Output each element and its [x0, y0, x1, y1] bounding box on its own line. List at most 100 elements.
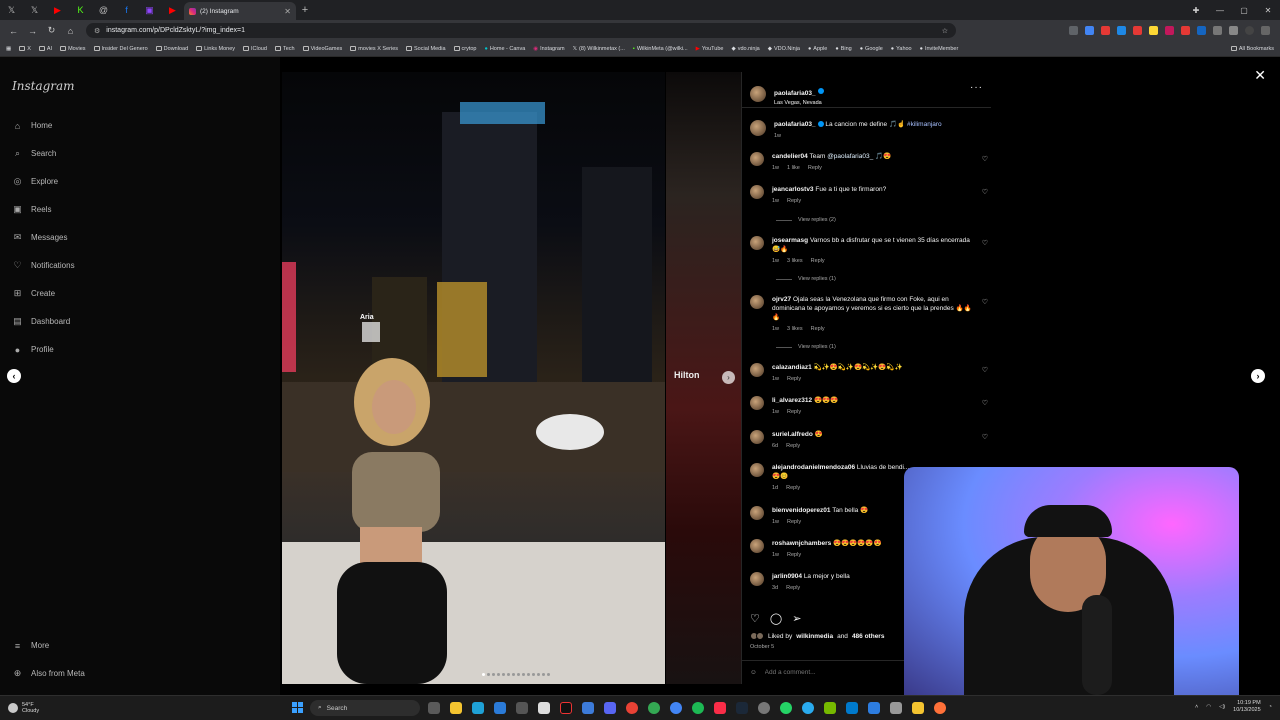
- xbox-icon[interactable]: [516, 702, 528, 714]
- minimize-button[interactable]: —: [1208, 6, 1232, 15]
- bookmark-item[interactable]: ◉ Instagram: [533, 46, 564, 52]
- like-comment-heart-icon[interactable]: ♡: [982, 155, 988, 173]
- spotify-icon[interactable]: [692, 702, 704, 714]
- bookmark-item[interactable]: ● Home - Canva: [485, 46, 526, 52]
- like-comment-heart-icon[interactable]: ♡: [982, 366, 988, 384]
- like-comment-heart-icon[interactable]: ♡: [982, 433, 988, 451]
- pinned-tab-x-2[interactable]: 𝕏: [23, 0, 46, 20]
- like-comment-heart-icon[interactable]: ♡: [982, 399, 988, 417]
- sidebar-item-search[interactable]: ⌕ Search: [12, 148, 56, 159]
- bookmark-star-icon[interactable]: ☆: [942, 27, 948, 35]
- menu-icon[interactable]: [1261, 26, 1270, 35]
- notes-icon[interactable]: [912, 702, 924, 714]
- avatar[interactable]: [750, 572, 764, 586]
- reply-button[interactable]: Reply: [787, 197, 801, 206]
- post-image[interactable]: Aria Hilton: [282, 72, 665, 684]
- sidebar-item-home[interactable]: ⌂ Home: [12, 120, 53, 131]
- chatgpt-icon[interactable]: [758, 702, 770, 714]
- bookmark-item[interactable]: crytop: [453, 46, 477, 52]
- bookmark-item[interactable]: AI: [38, 46, 52, 52]
- liked-by-user-link[interactable]: wilkinmedia: [796, 633, 833, 640]
- sidebar-item-notifications[interactable]: ♡ Notifications: [12, 260, 74, 271]
- carousel-next-button[interactable]: ›: [722, 371, 735, 384]
- whatsapp-icon[interactable]: [780, 702, 792, 714]
- extension-icon[interactable]: [1069, 26, 1078, 35]
- notification-bell-icon[interactable]: ◔: [1269, 704, 1272, 710]
- extension-icon[interactable]: [1149, 26, 1158, 35]
- windows-start-icon[interactable]: [292, 702, 303, 713]
- avatar[interactable]: [750, 506, 764, 520]
- file-explorer-icon[interactable]: [450, 702, 462, 714]
- address-bar[interactable]: ⚙ instagram.com/p/DPcldZsktyL/?img_index…: [86, 23, 956, 38]
- avatar[interactable]: [750, 539, 764, 553]
- download-icon[interactable]: [1229, 26, 1238, 35]
- app-icon[interactable]: [890, 702, 902, 714]
- likes-count-link[interactable]: 486 others: [852, 633, 885, 640]
- reply-button[interactable]: Reply: [786, 484, 800, 493]
- bookmark-item[interactable]: ● Yahoo: [891, 46, 912, 52]
- extension-icon[interactable]: [1117, 26, 1126, 35]
- pinned-tab-threads[interactable]: @: [92, 0, 115, 20]
- telegram-icon[interactable]: [802, 702, 814, 714]
- like-comment-heart-icon[interactable]: ♡: [982, 298, 988, 334]
- tiktok-icon[interactable]: [560, 702, 572, 714]
- bookmark-item[interactable]: ◆ vdo.ninja: [731, 46, 759, 52]
- avatar[interactable]: [750, 86, 766, 102]
- sidebar-item-profile[interactable]: ● Profile: [12, 344, 54, 355]
- post-date[interactable]: October 5: [750, 644, 774, 650]
- bookmark-item[interactable]: ● Apple: [808, 46, 827, 52]
- comment-likes[interactable]: 1 like: [787, 164, 800, 173]
- maximize-button[interactable]: ▢: [1232, 6, 1256, 15]
- avatar[interactable]: [750, 463, 764, 477]
- reply-button[interactable]: Reply: [787, 408, 801, 417]
- pinned-tab-x[interactable]: 𝕏: [0, 0, 23, 20]
- clock[interactable]: 10:19 PM 10/13/2025: [1233, 700, 1261, 714]
- volume-icon[interactable]: ◁): [1219, 704, 1225, 710]
- edge-icon[interactable]: [472, 702, 484, 714]
- share-send-icon[interactable]: ➢: [792, 612, 801, 625]
- bookmark-item[interactable]: Movies: [60, 46, 86, 52]
- bookmark-item[interactable]: 𝕏 (8) Wilkinmetax (...: [573, 46, 625, 52]
- previous-post-button[interactable]: ‹: [7, 369, 21, 383]
- weather-widget[interactable]: 54°F Cloudy: [8, 702, 39, 714]
- chrome-icon[interactable]: [626, 702, 638, 714]
- reply-button[interactable]: Reply: [787, 375, 801, 384]
- bookmark-item[interactable]: Insider Del Genero: [93, 46, 148, 52]
- puzzle-icon[interactable]: [1213, 26, 1222, 35]
- pinned-tab-twitch[interactable]: ▣: [138, 0, 161, 20]
- bookmark-item[interactable]: Social Media: [406, 46, 446, 52]
- bookmark-item[interactable]: ▶ YouTube: [696, 46, 724, 52]
- chevron-up-icon[interactable]: ˄: [1195, 704, 1198, 710]
- extension-icon[interactable]: [1101, 26, 1110, 35]
- sidebar-item-create[interactable]: ⊞ Create: [12, 288, 55, 299]
- like-comment-heart-icon[interactable]: ♡: [982, 188, 988, 206]
- reply-button[interactable]: Reply: [811, 325, 825, 334]
- like-comment-heart-icon[interactable]: ♡: [982, 239, 988, 266]
- bookmark-item[interactable]: ▪ WilkinMeta (@wilki...: [633, 46, 688, 52]
- bookmark-item[interactable]: ● Google: [860, 46, 883, 52]
- avatar[interactable]: [750, 236, 764, 250]
- photos-icon[interactable]: [582, 702, 594, 714]
- bookmark-item[interactable]: Tech: [274, 46, 295, 52]
- app-icon[interactable]: [868, 702, 880, 714]
- wifi-icon[interactable]: ◠: [1206, 704, 1211, 710]
- capcut-icon[interactable]: [538, 702, 550, 714]
- nvidia-icon[interactable]: [824, 702, 836, 714]
- apps-grid-icon[interactable]: ▦: [6, 46, 11, 52]
- bookmark-item[interactable]: X: [19, 46, 31, 52]
- sidebar-item-dashboard[interactable]: ▤ Dashboard: [12, 316, 70, 327]
- chrome-icon[interactable]: [670, 702, 682, 714]
- sidebar-item-messages[interactable]: ✉ Messages: [12, 232, 68, 243]
- pinned-tab-facebook[interactable]: f: [115, 0, 138, 20]
- avatar[interactable]: [750, 363, 764, 377]
- pinned-tab-kick[interactable]: K: [69, 0, 92, 20]
- home-button[interactable]: ⌂: [61, 26, 80, 36]
- bookmark-item[interactable]: ICloud: [243, 46, 267, 52]
- music-icon[interactable]: [714, 702, 726, 714]
- sidebar-item-reels[interactable]: ▣ Reels: [12, 204, 51, 215]
- mention-link[interactable]: @paolafaria03_: [827, 153, 873, 160]
- steam-icon[interactable]: [736, 702, 748, 714]
- bookmark-item[interactable]: Download: [155, 46, 188, 52]
- all-bookmarks[interactable]: All Bookmarks: [1230, 46, 1274, 52]
- store-icon[interactable]: [494, 702, 506, 714]
